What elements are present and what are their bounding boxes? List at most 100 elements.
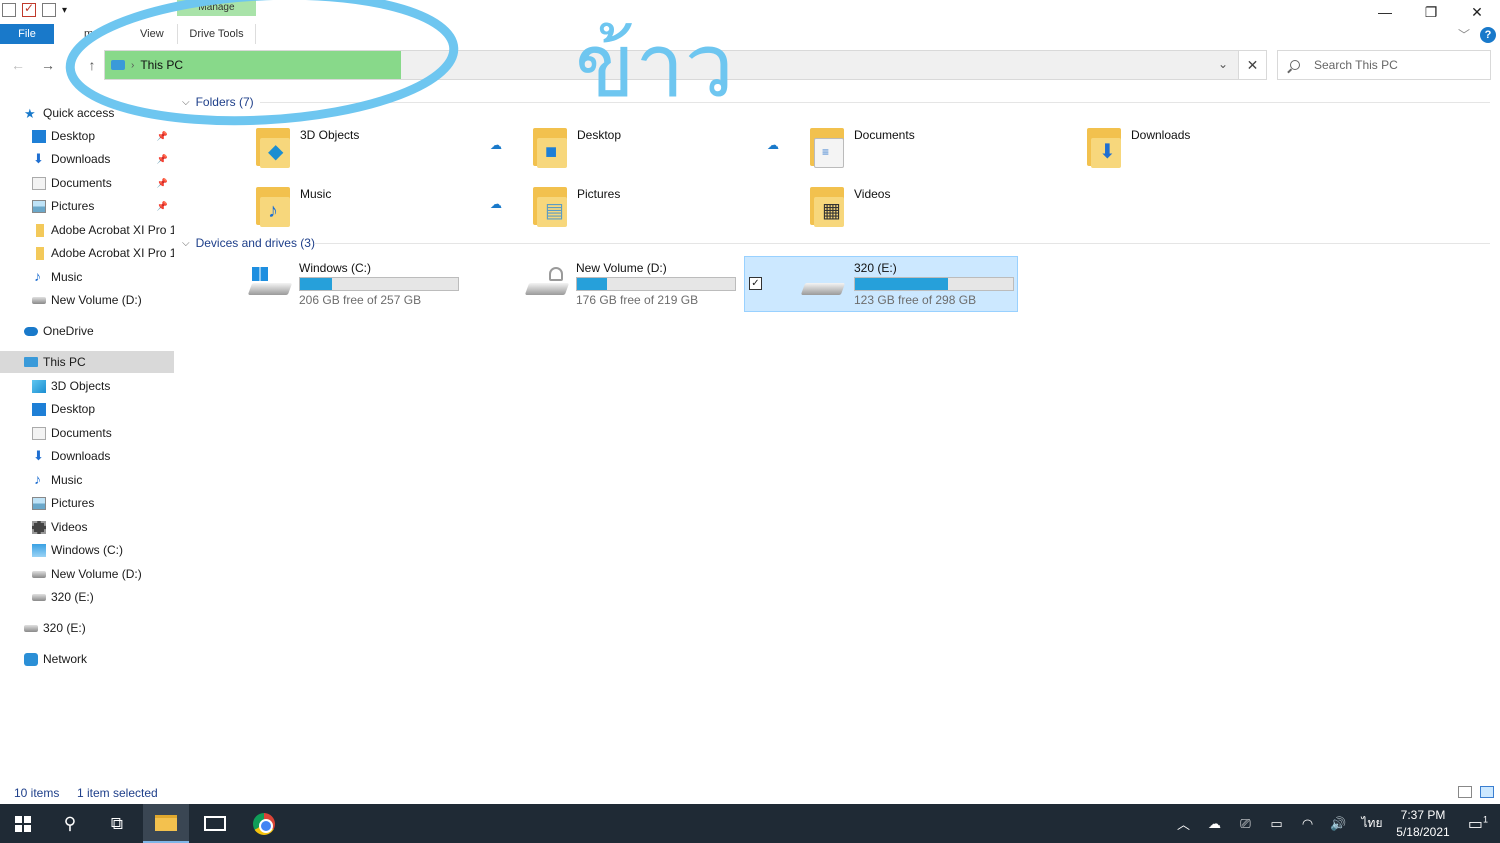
- pin-icon[interactable]: 📌: [157, 131, 168, 142]
- search-taskbar-button[interactable]: ⚲: [47, 804, 93, 843]
- folder-pictures[interactable]: ▤ Pictures: [531, 183, 801, 239]
- sidebar-item-label: Network: [43, 652, 88, 666]
- folder-name: Documents: [854, 128, 915, 142]
- large-icons-view-icon[interactable]: [1480, 786, 1494, 798]
- folders-group-header[interactable]: ⌵ Folders (7): [182, 91, 254, 113]
- checkmark-icon[interactable]: [22, 1, 36, 17]
- contextual-tab-manage[interactable]: Manage: [177, 0, 256, 16]
- sidebar-item-quick-access[interactable]: ★ Quick access: [0, 102, 174, 124]
- breadcrumb-this-pc[interactable]: This PC: [140, 58, 183, 72]
- breadcrumb[interactable]: › This PC: [105, 51, 401, 79]
- sidebar-item-windows-c[interactable]: Windows (C:): [0, 539, 174, 561]
- folder-downloads[interactable]: ⬇ Downloads: [1085, 124, 1355, 180]
- content-pane: ⌵ Folders (7) ◆ 3D Objects ☁ ■ Desktop ☁…: [174, 90, 1500, 782]
- sidebar-item-this-pc[interactable]: This PC: [0, 351, 174, 373]
- sidebar-item-320-e[interactable]: 320 (E:): [0, 617, 174, 639]
- window-controls: — ❐ ✕: [1362, 0, 1500, 24]
- search-box[interactable]: [1277, 50, 1491, 80]
- sidebar-item-new-volume-d[interactable]: New Volume (D:): [0, 289, 174, 311]
- meet-now-icon[interactable]: ⎚: [1230, 816, 1261, 832]
- windows-logo-icon: [15, 815, 31, 832]
- devices-group-header[interactable]: ⌵ Devices and drives (3): [182, 232, 315, 254]
- tab-drive-tools[interactable]: Drive Tools: [177, 24, 256, 44]
- task-view-button[interactable]: ⧉: [94, 804, 140, 843]
- start-button[interactable]: [0, 804, 46, 843]
- sidebar-item-pictures[interactable]: Pictures 📌: [0, 195, 174, 217]
- properties-icon[interactable]: [2, 3, 16, 17]
- sidebar-item-adobe-acrobat-2[interactable]: Adobe Acrobat XI Pro 1: [0, 242, 174, 264]
- drive-320-e[interactable]: ✓ 320 (E:) 123 GB free of 298 GB: [744, 256, 1018, 312]
- minimize-icon[interactable]: —: [1362, 0, 1408, 24]
- forward-icon[interactable]: →: [38, 55, 58, 75]
- sidebar-item-label: Adobe Acrobat XI Pro 1: [51, 246, 174, 260]
- tab-view[interactable]: View: [140, 24, 164, 44]
- chevron-right-icon[interactable]: ›: [131, 60, 134, 71]
- details-view-icon[interactable]: [1458, 786, 1472, 798]
- help-icon[interactable]: ?: [1480, 26, 1496, 43]
- battery-icon[interactable]: ▭: [1261, 816, 1292, 832]
- input-language[interactable]: ไทย: [1354, 814, 1390, 833]
- sidebar-item-pc-new-volume-d[interactable]: New Volume (D:): [0, 563, 174, 585]
- show-hidden-icons-icon[interactable]: ︿: [1168, 814, 1199, 833]
- collapse-chevron-icon[interactable]: ⌵: [182, 238, 190, 249]
- cloud-sync-icon: ☁: [490, 138, 502, 152]
- tab-computer[interactable]: mp: [84, 24, 99, 44]
- pictures-icon: [32, 199, 46, 213]
- file-explorer-icon: [155, 814, 177, 831]
- drive-icon: [24, 624, 38, 632]
- back-icon[interactable]: ←: [8, 55, 28, 75]
- sidebar-item-onedrive[interactable]: OneDrive: [0, 320, 174, 342]
- folder-desktop[interactable]: ■ Desktop ☁: [531, 124, 801, 180]
- selection-checkbox[interactable]: ✓: [749, 277, 762, 290]
- onedrive-cloud-icon[interactable]: ☁: [1199, 816, 1230, 832]
- folder-documents[interactable]: ≡ Documents: [808, 124, 1078, 180]
- tab-file[interactable]: File: [0, 24, 54, 44]
- ribbon-tabs: File mp View Drive Tools ﹀ ?: [0, 24, 1500, 44]
- file-explorer-button[interactable]: [143, 804, 189, 843]
- sidebar-item-downloads[interactable]: Downloads 📌: [0, 148, 174, 170]
- customize-qat-icon[interactable]: ▾: [62, 5, 67, 16]
- clock-date: 5/18/2021: [1396, 824, 1450, 839]
- pin-icon[interactable]: 📌: [157, 178, 168, 189]
- sidebar-item-documents[interactable]: Documents 📌: [0, 172, 174, 194]
- sidebar-item-adobe-acrobat-1[interactable]: Adobe Acrobat XI Pro 1: [0, 219, 174, 241]
- wifi-icon[interactable]: ◠: [1292, 816, 1323, 832]
- folder-music[interactable]: ♪ Music ☁: [254, 183, 524, 239]
- sidebar-item-pc-desktop[interactable]: Desktop: [0, 398, 174, 420]
- folder-name: Desktop: [577, 128, 622, 142]
- volume-icon[interactable]: 🔊: [1323, 816, 1354, 832]
- sidebar-item-pc-documents[interactable]: Documents: [0, 422, 174, 444]
- sidebar-item-3d-objects[interactable]: 3D Objects: [0, 375, 174, 397]
- recent-dropdown-icon[interactable]: ⌄: [62, 55, 82, 75]
- restore-icon[interactable]: ❐: [1408, 0, 1454, 24]
- taskbar: ⚲ ⧉ ︿ ☁ ⎚ ▭ ◠ 🔊 ไทย 7:37 PM 5/18/2021 ▭1: [0, 804, 1500, 843]
- address-bar[interactable]: › This PC ⌄ ✕: [104, 50, 1267, 80]
- sidebar-item-pc-music[interactable]: Music: [0, 469, 174, 491]
- search-icon: ⚲: [63, 813, 77, 833]
- action-center-icon[interactable]: ▭1: [1456, 814, 1500, 834]
- sidebar-item-desktop[interactable]: Desktop 📌: [0, 125, 174, 147]
- new-folder-icon[interactable]: [42, 3, 56, 17]
- sidebar-item-pc-downloads[interactable]: Downloads: [0, 445, 174, 467]
- clock[interactable]: 7:37 PM 5/18/2021: [1390, 807, 1456, 841]
- address-dropdown-icon[interactable]: ⌄: [1218, 57, 1228, 71]
- sidebar-item-music[interactable]: Music: [0, 266, 174, 288]
- collapse-chevron-icon[interactable]: ⌵: [182, 97, 190, 108]
- sidebar-item-pc-pictures[interactable]: Pictures: [0, 492, 174, 514]
- sidebar-item-network[interactable]: Network: [0, 648, 174, 670]
- mail-button[interactable]: [192, 804, 238, 843]
- clear-address-icon[interactable]: ✕: [1238, 51, 1266, 79]
- expand-ribbon-icon[interactable]: ﹀: [1458, 26, 1470, 43]
- chrome-button[interactable]: [241, 804, 287, 843]
- sidebar-item-pc-320-e[interactable]: 320 (E:): [0, 586, 174, 608]
- up-icon[interactable]: ↑: [82, 55, 102, 75]
- music-icon: [32, 471, 46, 487]
- drive-windows-c[interactable]: Windows (C:) 206 GB free of 257 GB: [246, 257, 520, 313]
- pin-icon[interactable]: 📌: [157, 201, 168, 212]
- search-input[interactable]: [1314, 58, 1484, 72]
- sidebar-item-pc-videos[interactable]: Videos: [0, 516, 174, 538]
- pin-icon[interactable]: 📌: [157, 154, 168, 165]
- folder-videos[interactable]: ▦ Videos: [808, 183, 1078, 239]
- folder-3d-objects[interactable]: ◆ 3D Objects ☁: [254, 124, 524, 180]
- close-icon[interactable]: ✕: [1454, 0, 1500, 24]
